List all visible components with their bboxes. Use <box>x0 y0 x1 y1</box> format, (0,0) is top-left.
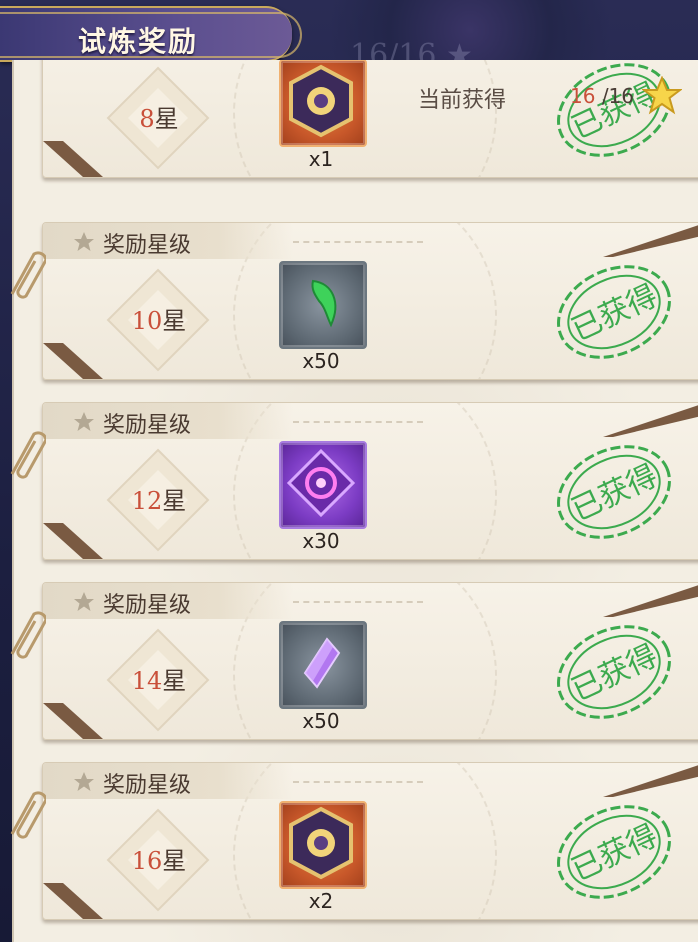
card-header: 奖励星级 <box>43 403 293 439</box>
reward-card-10: 奖励星级 10星 x50 已获得 <box>42 222 698 380</box>
ribbon-decoration <box>603 585 698 617</box>
ribbon-decoration <box>43 141 103 177</box>
divider <box>293 781 423 783</box>
star-icon <box>642 76 682 115</box>
card-header: 奖励星级 <box>43 763 293 799</box>
divider <box>293 241 423 243</box>
reward-item-box[interactable] <box>279 801 367 889</box>
paperclip-icon <box>10 611 46 659</box>
reward-card-8: 8星 x1 已获得 <box>42 60 698 178</box>
reward-count: x30 <box>302 529 340 553</box>
reward-item-box[interactable] <box>279 261 367 349</box>
card-header: 奖励星级 <box>43 583 293 619</box>
green-crescent-icon <box>311 279 337 328</box>
gold-emblem-icon <box>289 806 353 880</box>
star-icon <box>74 592 94 611</box>
rewards-panel[interactable]: 8星 x1 已获得 奖励星级 10星 x50 已获得 奖励星级 12星 x30 … <box>12 60 698 942</box>
paperclip-icon <box>10 251 46 299</box>
ribbon-decoration <box>603 765 698 797</box>
obtained-stamp-icon: 已获得 <box>557 265 671 359</box>
divider <box>293 421 423 423</box>
reward-level: 8星 <box>139 105 179 133</box>
page-title: 试炼奖励 <box>78 25 199 58</box>
reward-item-box[interactable] <box>279 441 367 529</box>
reward-level: 12星 <box>131 487 187 515</box>
reward-card-16: 奖励星级 16星 x2 已获得 <box>42 762 698 920</box>
reward-count: x1 <box>308 147 334 171</box>
star-icon <box>74 412 94 431</box>
summary-value: 16 /16 <box>570 84 634 108</box>
title-tab: 试炼奖励 <box>0 6 302 62</box>
star-icon <box>74 232 94 251</box>
purple-crystal-icon <box>303 637 341 689</box>
ribbon-decoration <box>43 703 103 739</box>
obtained-stamp-icon: 已获得 <box>557 625 671 719</box>
reward-item-box[interactable] <box>279 621 367 709</box>
reward-level: 10星 <box>131 307 187 335</box>
obtained-stamp-icon: 已获得 <box>557 445 671 539</box>
star-icon <box>74 772 94 791</box>
ribbon-decoration <box>603 225 698 257</box>
card-header: 奖励星级 <box>43 223 293 259</box>
purple-eye-emblem-icon <box>286 448 356 518</box>
divider <box>293 601 423 603</box>
summary-label: 当前获得 <box>418 88 507 113</box>
reward-card-12: 奖励星级 12星 x30 已获得 <box>42 402 698 560</box>
reward-card-14: 奖励星级 14星 x50 已获得 <box>42 582 698 740</box>
reward-level: 16星 <box>131 847 187 875</box>
reward-level: 14星 <box>131 667 187 695</box>
ribbon-decoration <box>43 523 103 559</box>
reward-count: x50 <box>302 709 340 733</box>
paperclip-icon <box>10 791 46 839</box>
reward-count: x50 <box>302 349 340 373</box>
paperclip-icon <box>10 431 46 479</box>
ribbon-decoration <box>43 883 103 919</box>
gold-emblem-icon <box>289 64 353 138</box>
ribbon-decoration <box>43 343 103 379</box>
ribbon-decoration <box>603 405 698 437</box>
reward-item-box[interactable] <box>279 60 367 147</box>
reward-count: x2 <box>308 889 334 913</box>
obtained-stamp-icon: 已获得 <box>557 805 671 899</box>
